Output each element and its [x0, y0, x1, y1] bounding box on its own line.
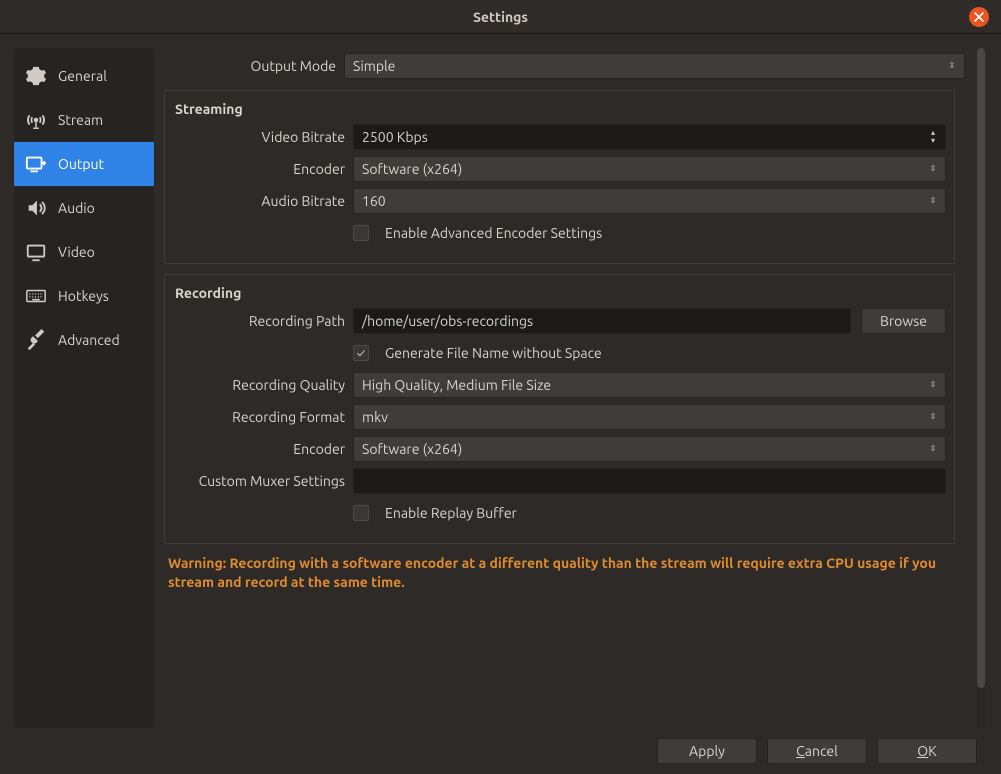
titlebar: Settings — [0, 0, 1001, 34]
cancel-rest: ancel — [805, 743, 838, 759]
video-icon — [24, 240, 48, 264]
recording-format-value: mkv — [362, 409, 388, 425]
tools-icon — [24, 328, 48, 352]
spin-updown-icon: ▴▾ — [925, 127, 941, 147]
recording-quality-select[interactable]: High Quality, Medium File Size ⇳ — [353, 372, 946, 398]
chevron-updown-icon: ⇳ — [925, 439, 941, 459]
encoder-warning: Warning: Recording with a software encod… — [164, 544, 965, 592]
sidebar-item-label: Hotkeys — [58, 288, 109, 304]
audio-icon — [24, 196, 48, 220]
sidebar-item-video[interactable]: Video — [14, 230, 154, 274]
apply-button[interactable]: Apply — [657, 738, 757, 764]
recording-format-select[interactable]: mkv ⇳ — [353, 404, 946, 430]
replay-buffer-checkbox[interactable] — [353, 505, 369, 521]
streaming-title: Streaming — [173, 99, 946, 123]
chevron-updown-icon: ⇳ — [944, 56, 960, 76]
browse-button[interactable]: Browse — [861, 308, 946, 334]
genfile-checkbox[interactable]: ✓ — [353, 345, 369, 361]
ok-button[interactable]: OK — [877, 738, 977, 764]
keyboard-icon — [24, 284, 48, 308]
video-bitrate-label: Video Bitrate — [173, 129, 353, 145]
chevron-updown-icon: ⇳ — [925, 407, 941, 427]
sidebar-item-label: Output — [58, 156, 104, 172]
output-icon — [24, 152, 48, 176]
recording-path-label: Recording Path — [173, 313, 353, 329]
recording-quality-value: High Quality, Medium File Size — [362, 377, 551, 393]
recording-group: Recording Recording Path /home/user/obs-… — [164, 274, 955, 544]
scroll-area: Output Mode Simple ⇳ Streaming Video Bit… — [164, 48, 985, 728]
broadcast-icon — [24, 108, 48, 132]
sidebar-item-hotkeys[interactable]: Hotkeys — [14, 274, 154, 318]
recording-format-label: Recording Format — [173, 409, 353, 425]
window-title: Settings — [473, 9, 528, 25]
sidebar-item-label: Audio — [58, 200, 95, 216]
replay-buffer-checkbox-label: Enable Replay Buffer — [385, 505, 517, 521]
gear-icon — [24, 64, 48, 88]
close-icon[interactable] — [969, 7, 989, 27]
dialog-button-row: Apply Cancel OK — [0, 728, 1001, 774]
cancel-button[interactable]: Cancel — [767, 738, 867, 764]
recording-path-input[interactable]: /home/user/obs-recordings — [353, 308, 851, 334]
client-area: General Stream Output Audio Video — [0, 34, 1001, 728]
advanced-encoder-checkbox[interactable] — [353, 225, 369, 241]
output-mode-value: Simple — [353, 58, 395, 74]
main-panel: Output Mode Simple ⇳ Streaming Video Bit… — [154, 48, 987, 728]
muxer-input[interactable] — [353, 468, 946, 494]
streaming-group: Streaming Video Bitrate 2500 Kbps ▴▾ Enc… — [164, 90, 955, 264]
recording-quality-label: Recording Quality — [173, 377, 353, 393]
video-bitrate-value: 2500 Kbps — [362, 129, 428, 145]
chevron-updown-icon: ⇳ — [925, 375, 941, 395]
chevron-updown-icon: ⇳ — [925, 159, 941, 179]
scrollbar-thumb[interactable] — [977, 48, 985, 688]
sidebar-item-audio[interactable]: Audio — [14, 186, 154, 230]
sidebar-item-stream[interactable]: Stream — [14, 98, 154, 142]
recording-path-value: /home/user/obs-recordings — [362, 313, 533, 329]
audio-bitrate-value: 160 — [362, 193, 386, 209]
streaming-encoder-select[interactable]: Software (x264) ⇳ — [353, 156, 946, 182]
sidebar-item-label: General — [58, 68, 107, 84]
output-mode-select[interactable]: Simple ⇳ — [344, 53, 965, 79]
recording-title: Recording — [173, 283, 946, 307]
sidebar-item-label: Stream — [58, 112, 103, 128]
audio-bitrate-select[interactable]: 160 ⇳ — [353, 188, 946, 214]
settings-sidebar: General Stream Output Audio Video — [14, 48, 154, 728]
genfile-checkbox-label: Generate File Name without Space — [385, 345, 602, 361]
streaming-encoder-value: Software (x264) — [362, 161, 462, 177]
recording-encoder-value: Software (x264) — [362, 441, 462, 457]
sidebar-item-label: Video — [58, 244, 95, 260]
muxer-label: Custom Muxer Settings — [173, 473, 353, 489]
sidebar-item-advanced[interactable]: Advanced — [14, 318, 154, 362]
sidebar-item-general[interactable]: General — [14, 54, 154, 98]
ok-rest: K — [928, 743, 937, 759]
sidebar-item-label: Advanced — [58, 332, 120, 348]
recording-encoder-select[interactable]: Software (x264) ⇳ — [353, 436, 946, 462]
video-bitrate-spinbox[interactable]: 2500 Kbps ▴▾ — [353, 124, 946, 150]
chevron-updown-icon: ⇳ — [925, 191, 941, 211]
audio-bitrate-label: Audio Bitrate — [173, 193, 353, 209]
advanced-encoder-checkbox-label: Enable Advanced Encoder Settings — [385, 225, 602, 241]
sidebar-item-output[interactable]: Output — [14, 142, 154, 186]
streaming-encoder-label: Encoder — [173, 161, 353, 177]
output-mode-label: Output Mode — [164, 58, 344, 74]
recording-encoder-label: Encoder — [173, 441, 353, 457]
